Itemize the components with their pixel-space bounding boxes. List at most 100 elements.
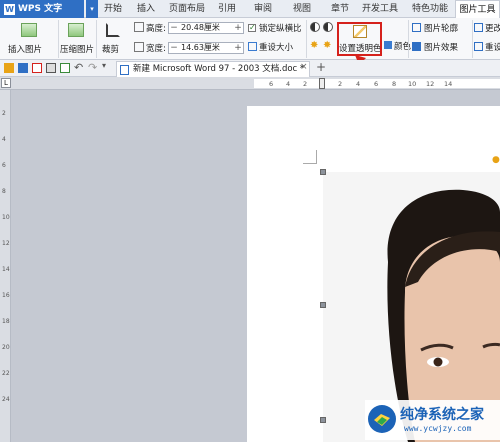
tab-picture-tools[interactable]: 图片工具 [455,0,500,18]
change-picture-label: 更改 [485,24,500,34]
print-preview-icon[interactable] [60,63,70,73]
height-field[interactable]: − 20.48厘米 + [168,22,244,34]
watermark-url: www.ycwjzy.com [404,424,472,433]
reset-size-button[interactable]: 重设大小 [248,41,306,53]
watermark-title: 纯净系统之家 [400,407,484,423]
app-menu-button[interactable]: W WPS 文字 [0,0,84,18]
width-value: 14.63厘米 [181,43,220,52]
print-icon[interactable] [46,63,56,73]
divider [96,20,97,58]
save-icon[interactable] [18,63,28,73]
ruler-tick: 12 [426,80,435,88]
resize-handle-bottom-left[interactable] [320,417,326,423]
ruler-tick: 4 [286,80,291,88]
document-tab-title: 新建 Microsoft Word 97 - 2003 文档.doc * [133,64,305,74]
ruler-tick: 12 [2,240,10,247]
divider [408,20,409,58]
decrease-width-button[interactable]: − [169,43,179,53]
picture-effects-label: 图片效果 [424,43,459,53]
ruler-tick: 14 [2,266,10,273]
indent-marker[interactable] [319,78,325,89]
divider [472,20,473,58]
tab-review[interactable]: 审阅 [247,0,279,18]
compress-picture-button[interactable]: 压缩图片 [60,20,94,58]
tab-sections[interactable]: 章节 [324,0,356,18]
redo-icon[interactable]: ↷ [88,61,97,74]
brightness-icon[interactable]: ✸ [310,41,320,51]
new-tab-button[interactable]: + [316,60,326,74]
picture-outline-button[interactable]: 图片轮廓 [412,22,468,34]
lock-aspect-ratio-checkbox[interactable] [248,23,256,32]
tab-developer[interactable]: 开发工具 [358,0,402,18]
decrease-height-button[interactable]: − [169,23,179,33]
tab-page-layout[interactable]: 页面布局 [162,0,212,18]
reset-icon [474,42,483,51]
lock-aspect-ratio-label: 锁定纵横比 [259,24,302,34]
ruler-tick: 18 [2,318,10,325]
document-tab[interactable]: 新建 Microsoft Word 97 - 2003 文档.doc * [116,61,310,77]
height-value: 20.48厘米 [181,23,220,32]
crop-icon [106,23,120,37]
rotate-handle-icon[interactable]: ● [492,155,500,165]
insert-picture-label: 插入图片 [8,45,43,55]
tab-view[interactable]: 视图 [286,0,318,18]
highlight-box [337,22,382,56]
crop-label: 裁剪 [102,45,120,55]
reset-picture-button[interactable]: 重设 [474,41,500,53]
effects-icon [412,42,421,51]
contrast-icon[interactable] [310,22,320,32]
divider [58,20,59,58]
picture-effects-button[interactable]: 图片效果 [412,41,468,53]
export-pdf-icon[interactable] [32,63,42,73]
width-field[interactable]: − 14.63厘米 + [168,42,244,54]
ruler-tick: 6 [2,162,6,169]
increase-width-button[interactable]: + [233,43,243,53]
chevron-down-icon[interactable]: ▾ [86,0,98,18]
ruler-tick: 6 [374,80,379,88]
tab-references[interactable]: 引用 [212,0,242,18]
ruler-tick: 14 [444,80,453,88]
outline-icon [412,23,421,32]
tab-stop-selector[interactable]: L [1,78,11,88]
ruler-tick: 20 [2,344,10,351]
picture-outline-label: 图片轮廓 [424,24,459,34]
resize-handle-left[interactable] [320,302,326,308]
tab-home[interactable]: 开始 [98,0,128,18]
close-tab-icon[interactable]: × [300,62,308,72]
compress-label: 压缩图片 [60,45,95,55]
ruler-tick: 10 [2,214,10,221]
insert-picture-button[interactable]: 插入图片 [4,20,58,58]
resize-handle-top-left[interactable] [320,169,326,175]
height-label: 高度: [146,24,166,34]
chevron-down-icon[interactable]: ▾ [102,61,106,70]
height-icon [134,22,144,32]
open-folder-icon[interactable] [4,63,14,73]
color-button[interactable]: 颜色 [384,40,411,54]
picture-icon [21,23,37,37]
increase-height-button[interactable]: + [233,23,243,33]
watermark-logo-icon [368,405,396,433]
compress-icon [68,23,84,37]
ruler-tick: 2 [338,80,343,88]
wps-logo-icon: W [4,4,15,15]
margin-mark [303,163,317,164]
ruler-tick: 24 [2,396,10,403]
crop-button[interactable]: 裁剪 [100,20,134,58]
ruler-tick: 10 [408,80,417,88]
ruler-tick: 16 [2,292,10,299]
ruler-tick: 4 [2,136,6,143]
width-label: 宽度: [146,44,166,54]
reset-size-icon [248,42,257,51]
reset-size-label: 重设大小 [259,43,294,53]
undo-icon[interactable]: ↶ [74,61,83,74]
brightness-down-icon[interactable]: ✸ [323,41,333,51]
ruler-tick: 4 [356,80,361,88]
tab-insert[interactable]: 插入 [130,0,162,18]
doc-icon [120,65,129,75]
change-picture-button[interactable]: 更改 [474,22,500,34]
ruler-tick: 8 [2,188,6,195]
contrast-down-icon[interactable] [323,22,333,32]
tab-features[interactable]: 特色功能 [406,0,454,18]
divider [306,20,307,58]
app-title: WPS 文字 [18,4,63,14]
